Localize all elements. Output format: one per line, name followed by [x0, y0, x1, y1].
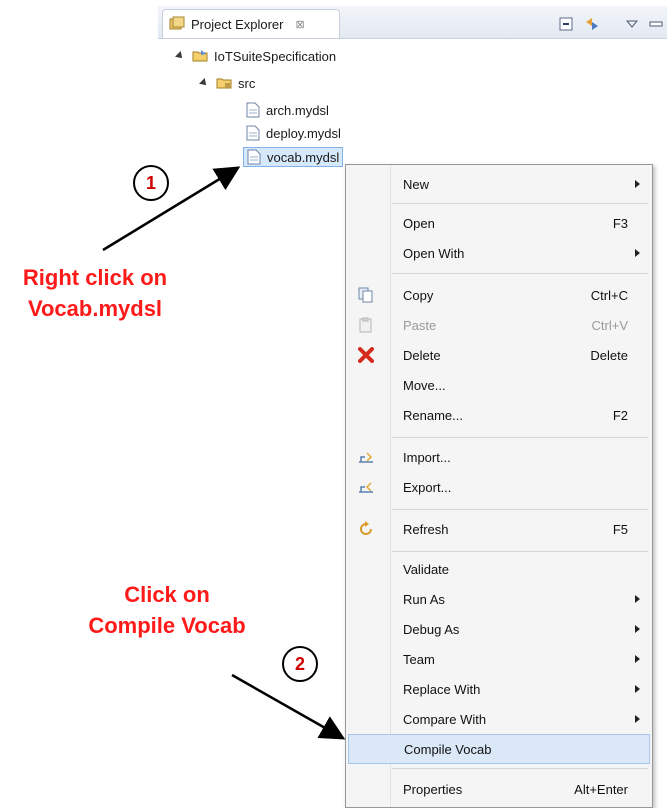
step1-badge: 1	[133, 165, 169, 201]
step1-arrow	[102, 166, 241, 252]
annotation-arrows	[102, 166, 346, 740]
step1-instruction: Right click on Vocab.mydsl	[5, 262, 185, 324]
step1-line1: Right click on	[22, 265, 168, 290]
step2-line1: Click on	[124, 582, 210, 607]
step2-line2: Compile Vocab	[88, 613, 246, 638]
step2-badge: 2	[282, 646, 318, 682]
step1-line2: Vocab.mydsl	[27, 296, 163, 321]
step2-instruction: Click on Compile Vocab	[72, 579, 262, 641]
step2-arrow	[231, 673, 346, 740]
